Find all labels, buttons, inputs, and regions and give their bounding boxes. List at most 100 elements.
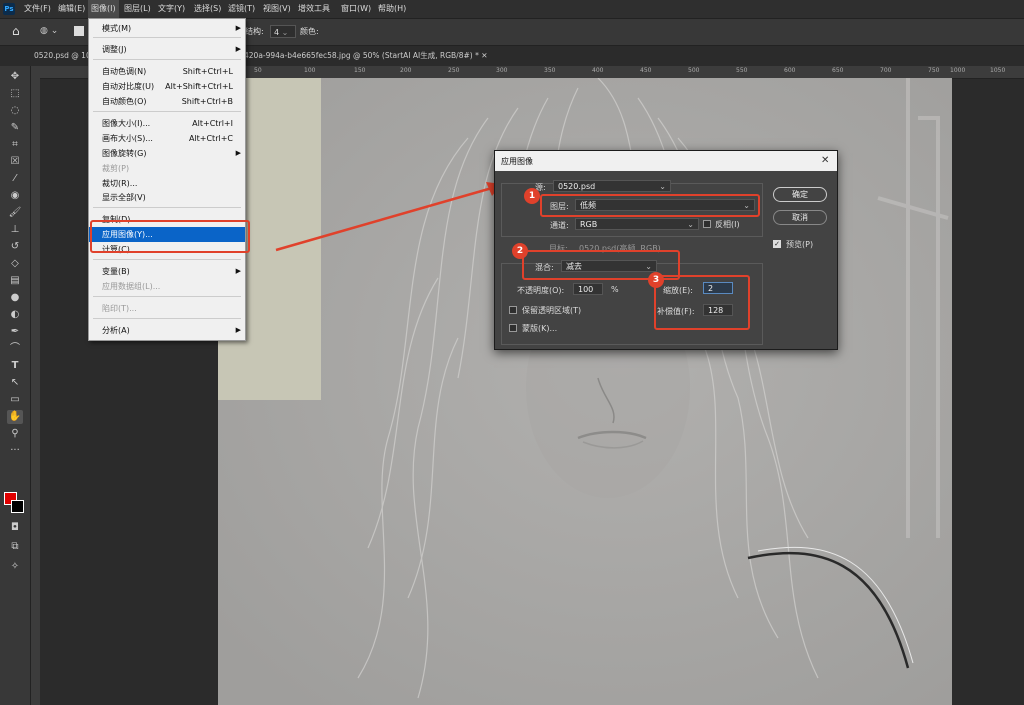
channel-label: 通道:	[550, 221, 569, 230]
mask-checkbox[interactable]	[509, 324, 517, 332]
menu-item-trap: 陷印(T)...	[102, 304, 137, 313]
menu-item-image-rotation[interactable]: 图像旋转(G) ▶	[89, 146, 245, 161]
submenu-arrow-icon: ▶	[235, 24, 241, 32]
extra-tool-icon[interactable]: ✧	[7, 560, 23, 574]
menu-item-auto-contrast[interactable]: 自动对比度(U) Alt+Shift+Ctrl+L	[89, 79, 245, 94]
invert-label: 反相(I)	[715, 220, 740, 229]
menu-separator	[93, 207, 241, 208]
menu-item-image-size[interactable]: 图像大小(I)... Alt+Ctrl+I	[89, 116, 245, 131]
close-tab-icon[interactable]: ✕	[481, 51, 487, 60]
lasso-tool-icon[interactable]: ◌	[7, 104, 23, 118]
menu-edit[interactable]: 编辑(E)	[58, 0, 85, 18]
layer-highlight	[540, 194, 760, 217]
gradient-tool-icon[interactable]: ▤	[7, 274, 23, 288]
menu-item-analysis[interactable]: 分析(A) ▶	[89, 323, 245, 338]
dodge-tool-icon[interactable]: ◐	[7, 308, 23, 322]
cancel-button[interactable]: 取消	[773, 210, 827, 225]
ruler-tick: 600	[784, 67, 796, 74]
menu-filter[interactable]: 滤镜(T)	[228, 0, 255, 18]
menu-view[interactable]: 视图(V)	[263, 0, 291, 18]
preserve-transparency-checkbox[interactable]	[509, 306, 517, 314]
mask-label: 蒙版(K)...	[522, 324, 558, 333]
brush-tool-icon[interactable]: 🖌	[7, 206, 23, 220]
opacity-input[interactable]: 100	[573, 283, 603, 295]
ruler-tick: 450	[640, 67, 652, 74]
structure-input[interactable]: 4 ⌄	[270, 25, 296, 38]
menu-separator	[93, 259, 241, 260]
menu-type[interactable]: 文字(Y)	[158, 0, 185, 18]
quick-select-icon[interactable]: ✎	[7, 121, 23, 135]
menu-file[interactable]: 文件(F)	[24, 0, 51, 18]
apply-image-highlight	[90, 220, 250, 253]
menu-item-trim[interactable]: 裁切(R)...	[89, 176, 245, 191]
submenu-arrow-icon: ▶	[235, 267, 241, 275]
screen-mode-icon[interactable]: ⧉	[7, 540, 23, 554]
dialog-titlebar: 应用图像 ✕	[495, 151, 837, 171]
type-tool-icon[interactable]: T	[7, 359, 23, 373]
move-tool-icon[interactable]: ✥	[7, 70, 23, 84]
background-color-swatch[interactable]	[11, 500, 24, 513]
zoom-tool-icon[interactable]: ⚲	[7, 427, 23, 441]
healing-brush-icon[interactable]: ◉	[7, 189, 23, 203]
invert-checkbox[interactable]	[703, 220, 711, 228]
ruler-tick: 100	[304, 67, 316, 74]
menu-item-variables[interactable]: 变量(B) ▶	[89, 264, 245, 279]
marquee-tool-icon[interactable]: ⬚	[7, 87, 23, 101]
ruler-tick: 1050	[990, 67, 1006, 74]
rectangle-tool-icon[interactable]: ▭	[7, 393, 23, 407]
clone-stamp-icon[interactable]: ⊥	[7, 223, 23, 237]
path-select-icon[interactable]: ↖	[7, 376, 23, 390]
eyedropper-icon[interactable]: ⁄	[7, 172, 23, 186]
menu-image[interactable]: 图像(I)	[88, 0, 119, 18]
ruler-tick: 350	[544, 67, 556, 74]
step-badge-1: 1	[524, 188, 540, 204]
channel-select[interactable]: RGB ⌄	[575, 218, 699, 230]
menu-window[interactable]: 窗口(W)	[341, 0, 371, 18]
menu-layer[interactable]: 图层(L)	[124, 0, 151, 18]
preview-checkbox[interactable]: ✓	[773, 240, 781, 248]
more-tools-icon[interactable]: ···	[7, 444, 23, 458]
menu-separator	[93, 37, 241, 38]
tool-preset-icon[interactable]: ◍ ⌄	[40, 24, 66, 38]
quick-mask-icon[interactable]: ◘	[7, 521, 23, 535]
home-icon[interactable]: ⌂	[12, 24, 26, 38]
menu-help[interactable]: 帮助(H)	[378, 0, 406, 18]
source-select[interactable]: 0520.psd ⌄	[553, 180, 671, 192]
menu-item-crop: 裁剪(P)	[102, 164, 130, 173]
pen-freeform-icon[interactable]: ⌒	[7, 342, 23, 356]
menu-separator	[93, 318, 241, 319]
ruler-tick: 50	[254, 67, 262, 74]
menu-item-adjustments[interactable]: 调整(J) ▶	[89, 42, 245, 57]
tool-square-icon[interactable]	[74, 26, 84, 36]
blur-tool-icon[interactable]: ●	[7, 291, 23, 305]
tools-panel: ✥ ⬚ ◌ ✎ ⌗ ☒ ⁄ ◉ 🖌 ⊥ ↺ ◇ ▤ ● ◐ ✒ ⌒ T ↖ ▭ …	[0, 66, 31, 705]
menu-item-reveal-all[interactable]: 显示全部(V)	[89, 190, 245, 205]
pen-tool-icon[interactable]: ✒	[7, 325, 23, 339]
image-menu-dropdown: 模式(M) ▶ 调整(J) ▶ 自动色调(N) Shift+Ctrl+L 自动对比度(…	[88, 18, 246, 341]
ruler-tick: 700	[880, 67, 892, 74]
menu-separator	[93, 111, 241, 112]
menu-item-mode[interactable]: 模式(M) ▶	[89, 21, 245, 36]
tab-0520[interactable]: 0520.psd @ 10	[34, 46, 92, 66]
menu-item-auto-color[interactable]: 自动颜色(O) Shift+Ctrl+B	[89, 94, 245, 109]
dialog-title: 应用图像	[501, 157, 533, 166]
ruler-tick: 150	[354, 67, 366, 74]
tab-active-doc[interactable]: 420a-994a-b4e665fec58.jpg @ 50% (StartAI…	[244, 46, 488, 66]
scale-offset-highlight	[654, 275, 750, 330]
pointer-arrow	[275, 182, 502, 252]
close-icon[interactable]: ✕	[821, 155, 829, 166]
crop-tool-icon[interactable]: ⌗	[7, 138, 23, 152]
menu-select[interactable]: 选择(S)	[194, 0, 221, 18]
color-label: 颜色:	[300, 27, 319, 36]
menu-plugins[interactable]: 增效工具	[298, 0, 330, 18]
ruler-tick: 1000	[950, 67, 966, 74]
history-brush-icon[interactable]: ↺	[7, 240, 23, 254]
menu-separator	[93, 296, 241, 297]
ok-button[interactable]: 确定	[773, 187, 827, 202]
menu-item-canvas-size[interactable]: 画布大小(S)... Alt+Ctrl+C	[89, 131, 245, 146]
opacity-unit: %	[611, 285, 619, 294]
frame-tool-icon[interactable]: ☒	[7, 155, 23, 169]
eraser-tool-icon[interactable]: ◇	[7, 257, 23, 271]
menu-item-auto-tone[interactable]: 自动色调(N) Shift+Ctrl+L	[89, 64, 245, 79]
hand-tool-icon[interactable]: ✋	[7, 410, 23, 424]
